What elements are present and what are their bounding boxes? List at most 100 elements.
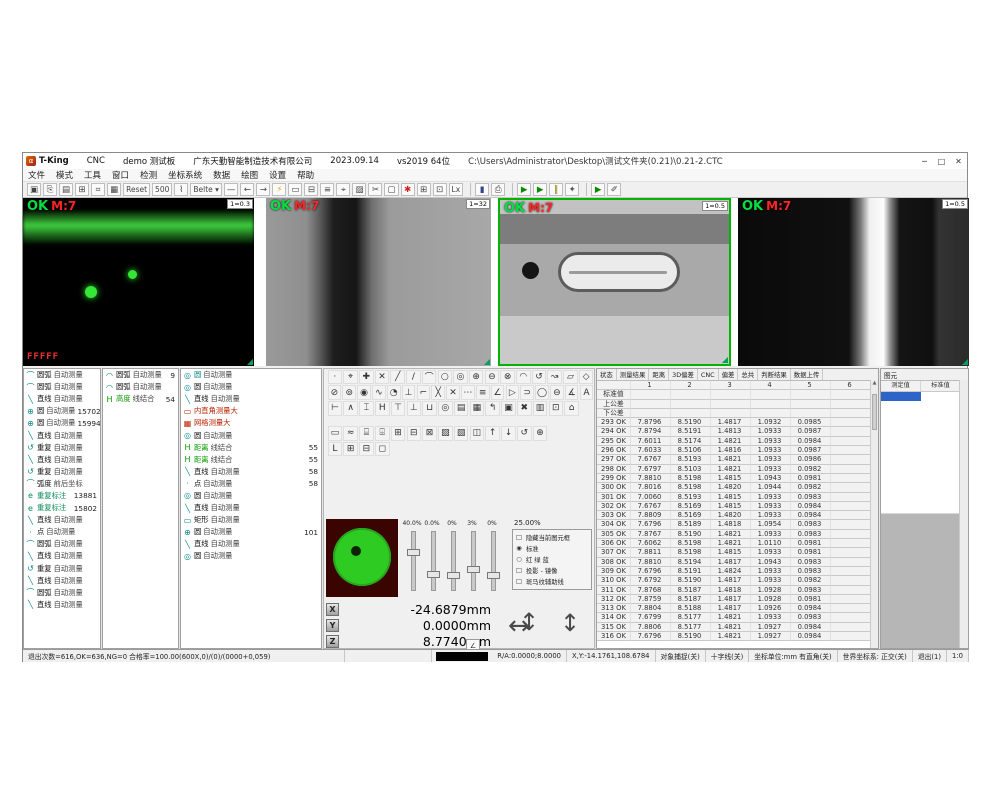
table-row[interactable]: 295 OK7.60118.51741.48211.09330.0984 (597, 437, 878, 446)
toolbar-button-10[interactable]: — (224, 183, 239, 196)
tool-icon[interactable]: ⊟ (359, 442, 374, 457)
list1-item[interactable]: ⊕圆自动测量15994 (24, 417, 100, 429)
element-panel-scrollbar[interactable] (959, 380, 968, 648)
jog-z-icon[interactable]: ↕ (560, 609, 580, 637)
status-segment-3[interactable]: 十字线(关) (706, 650, 750, 662)
tool-icon[interactable]: ▷ (506, 385, 520, 400)
tool-icon[interactable]: ╱ (390, 370, 405, 385)
resize-grip-icon[interactable]: ◢ (962, 358, 968, 366)
tool-icon[interactable]: ⌹ (375, 426, 390, 441)
list3-item[interactable]: ╲直线自动测量58 (181, 466, 321, 478)
toolbar-button-12[interactable]: → (256, 183, 270, 196)
menu-item-1[interactable]: 模式 (56, 169, 73, 181)
tool-icon[interactable]: ⊞ (391, 426, 406, 441)
tool-icon[interactable]: ⊖ (485, 370, 500, 385)
tool-icon[interactable]: ⌸ (359, 426, 374, 441)
tool-icon[interactable]: ⊚ (342, 385, 356, 400)
tool-icon[interactable]: ◻ (375, 442, 390, 457)
toolbar-button-2[interactable]: ▤ (59, 183, 73, 196)
light-slider-4[interactable]: 0% (482, 519, 502, 597)
list3-item[interactable]: ▦网格测量大 (181, 417, 321, 429)
camera-scale-tag[interactable]: 1=0.5 (942, 199, 968, 209)
list1-item[interactable]: e重复标注13881 (24, 490, 100, 502)
tool-icon[interactable]: ✖ (517, 401, 532, 416)
toolbar-button-30[interactable]: ▶ (533, 183, 547, 196)
table-row[interactable]: 310 OK7.67928.51901.48171.09330.0982 (597, 576, 878, 585)
menu-item-4[interactable]: 检测 (140, 169, 157, 181)
option-line-1[interactable]: ◉标准 (515, 543, 589, 554)
option-line-2[interactable]: ○红 绿 蓝 (515, 554, 589, 565)
close-button[interactable]: ✕ (950, 154, 967, 168)
resize-grip-icon[interactable]: ◢ (484, 358, 490, 366)
tool-icon[interactable]: ◫ (470, 426, 485, 441)
toolbar-button-15[interactable]: ⊟ (304, 183, 318, 196)
selected-element-row[interactable] (881, 392, 968, 401)
table-tolerance-row[interactable]: 标准值 (597, 390, 878, 399)
tool-icon[interactable]: ⊘ (328, 385, 342, 400)
table-colnum-row[interactable]: 123456 (597, 381, 878, 390)
table-tab-5[interactable]: 偏差 (719, 369, 739, 380)
checkbox-icon[interactable]: □ (515, 534, 523, 541)
tool-icon[interactable]: ⊞ (343, 442, 358, 457)
tool-icon[interactable]: ⊃ (520, 385, 534, 400)
menu-item-8[interactable]: 设置 (269, 169, 286, 181)
tool-icon[interactable]: ◇ (579, 370, 594, 385)
tool-icon[interactable]: ≈ (343, 426, 358, 441)
table-row[interactable]: 303 OK7.88098.51691.48201.09330.0984 (597, 511, 878, 520)
toolbar-button-6[interactable]: Reset (123, 183, 150, 196)
list1-item[interactable]: ⌒圆弧自动测量 (24, 381, 100, 393)
list1-item[interactable]: ⌒弧度前后坐标 (24, 478, 100, 490)
tool-icon[interactable]: ⊡ (549, 401, 564, 416)
minimize-button[interactable]: ─ (916, 154, 933, 168)
list3-item[interactable]: ⊕圆自动测量101 (181, 526, 321, 538)
toolbar-button-20[interactable]: ▢ (384, 183, 398, 196)
table-row[interactable]: 302 OK7.67678.51691.48151.09330.0984 (597, 502, 878, 511)
list1-item[interactable]: ╲直线自动测量 (24, 599, 100, 611)
table-row[interactable]: 298 OK7.67978.51031.48211.09330.0982 (597, 465, 878, 474)
maximize-button[interactable]: □ (933, 154, 950, 168)
tool-icon[interactable]: ✕ (375, 370, 390, 385)
list1-item[interactable]: ╲直线自动测量 (24, 550, 100, 562)
table-tab-7[interactable]: 判断结果 (758, 369, 791, 380)
tool-icon[interactable]: ⌶ (359, 401, 374, 416)
slider-thumb[interactable] (407, 549, 420, 556)
table-tab-2[interactable]: 距离 (649, 369, 669, 380)
tool-icon[interactable]: ⊖ (550, 385, 564, 400)
tool-icon[interactable]: ⊕ (533, 426, 548, 441)
tool-icon[interactable]: ◎ (453, 370, 468, 385)
camera-scale-tag[interactable]: 1=0.5 (702, 201, 728, 211)
toolbar-button-7[interactable]: 500 (152, 183, 172, 196)
menu-item-5[interactable]: 坐标系统 (168, 169, 202, 181)
tool-icon[interactable]: H (375, 401, 390, 416)
list1-item[interactable]: ↺重复自动测量 (24, 466, 100, 478)
toolbar-button-27[interactable]: ⎙ (491, 183, 505, 196)
table-tab-6[interactable]: 总共 (738, 369, 758, 380)
tool-icon[interactable]: ◔ (387, 385, 401, 400)
list3-item[interactable]: ▭矩形自动测量 (181, 514, 321, 526)
table-row[interactable]: 296 OK7.60338.51061.48161.09330.0987 (597, 446, 878, 455)
list2-item[interactable]: H高度线结合54 (103, 393, 178, 405)
tool-icon[interactable]: ⌒ (422, 370, 437, 385)
table-row[interactable]: 301 OK7.00608.51931.48151.09330.0983 (597, 493, 878, 502)
table-row[interactable]: 307 OK7.88118.51981.48151.09330.0981 (597, 548, 878, 557)
list3-item[interactable]: ╲直线自动测量 (181, 538, 321, 550)
toolbar-button-1[interactable]: ⎘ (43, 183, 57, 196)
table-row[interactable]: 314 OK7.67998.51771.48211.09330.0983 (597, 613, 878, 622)
list3-item[interactable]: ◎圆自动测量 (181, 381, 321, 393)
scroll-thumb[interactable] (872, 394, 877, 430)
tool-icon[interactable]: ▦ (470, 401, 485, 416)
tool-icon[interactable]: L (328, 442, 343, 457)
toolbar-button-29[interactable]: ▶ (517, 183, 531, 196)
toolbar-button-5[interactable]: ▦ (107, 183, 121, 196)
table-tolerance-row[interactable]: 上公差 (597, 400, 878, 409)
toolbar-button-24[interactable]: Lx (449, 183, 464, 196)
toolbar-button-23[interactable]: ⊡ (433, 183, 447, 196)
tool-icon[interactable]: ◯ (535, 385, 549, 400)
option-line-3[interactable]: □投影 - 镜像 (515, 565, 589, 576)
list2-item[interactable]: ◠圆弧自动测量9 (103, 369, 178, 381)
tool-icon[interactable]: ∡ (565, 385, 579, 400)
camera-scale-tag[interactable]: 1=32 (466, 199, 490, 209)
tool-icon[interactable]: ∧ (343, 401, 358, 416)
tool-icon[interactable]: ╳ (431, 385, 445, 400)
tool-icon[interactable]: ▱ (563, 370, 578, 385)
